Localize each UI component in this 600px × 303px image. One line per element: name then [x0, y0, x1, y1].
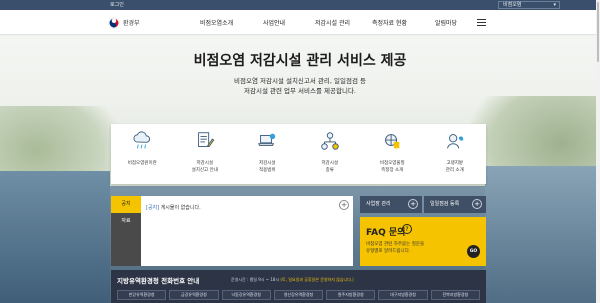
- faq-panel[interactable]: FAQ 문의 ? 비점오염 관련 자주묻는 질문을 유형별로 알려드립니다. G…: [360, 217, 486, 266]
- notice-board: 공지 자료 [공지] 게시물이 없습니다. +: [111, 196, 353, 266]
- office-button-yeongsan[interactable]: 영산강유역환경청: [273, 290, 324, 300]
- service-card-types[interactable]: 저감시설 종류: [299, 124, 362, 184]
- hero-subtitle: 비점오염 저감시설 설치신고서 관리, 일일점검 등 저감시설 관련 업무 서비…: [234, 77, 366, 95]
- office-button-hangang[interactable]: 한강유역환경청: [117, 290, 167, 300]
- site-select-value: 비점오염: [503, 2, 522, 8]
- notice-more-button[interactable]: +: [339, 200, 349, 210]
- nav-item-measurement[interactable]: 측정자료 현황: [372, 18, 407, 27]
- phone-directory: 지방유역환경청 전화번호 안내 운영시간 : 평일 9시 ~ 18시 (토, 일…: [111, 270, 486, 303]
- network-icon: [321, 132, 339, 150]
- chevron-down-icon: ▾: [553, 2, 556, 8]
- logo-text: 환경부: [123, 20, 140, 27]
- tab-data[interactable]: 자료: [111, 213, 141, 230]
- leaf-person-icon: [446, 134, 463, 149]
- tab-notice[interactable]: 공지: [111, 196, 141, 213]
- phone-directory-title: 지방유역환경청 전화번호 안내: [117, 277, 200, 285]
- service-card-highland[interactable]: 고랭지밭 관리 소개: [424, 124, 487, 184]
- faq-title: FAQ 문의: [366, 228, 406, 238]
- quick-links: 사업장 관리 + 일일점검 등록 +: [360, 196, 486, 213]
- notice-tabs: 공지 자료: [111, 196, 141, 266]
- notice-empty-message: [공지] 게시물이 없습니다.: [146, 205, 201, 211]
- office-button-jeonbuk[interactable]: 전북지방환경청: [430, 290, 480, 300]
- question-icon: ?: [402, 224, 412, 234]
- login-link[interactable]: 로그인: [110, 1, 124, 8]
- site-header: 환경부 비점오염소개 사업안내 저감시설 관리 측정자료 현황 알림마당: [0, 10, 600, 35]
- service-card-measurement[interactable]: 비점오염물질 측정장 소개: [361, 124, 424, 184]
- hamburger-menu-icon[interactable]: [477, 19, 486, 26]
- nav-item-business[interactable]: 사업안내: [263, 18, 285, 27]
- daily-inspection-button[interactable]: 일일점검 등록 +: [424, 196, 486, 213]
- cloud-rain-icon: [133, 131, 151, 149]
- office-button-daegu[interactable]: 대구지방환경청: [378, 290, 428, 300]
- nav-item-notice[interactable]: 알림마당: [435, 18, 457, 27]
- faq-description: 비점오염 관련 자주묻는 질문을 유형별로 알려드립니다.: [366, 242, 425, 254]
- nav-item-facility[interactable]: 저감시설 관리: [315, 18, 350, 27]
- globe-document-icon: [385, 134, 400, 149]
- utility-bar: 로그인 비점오염 ▾: [0, 0, 600, 10]
- office-list: 한강유역환경청 금강유역환경청 낙동강유역환경청 영산강유역환경청 원주지방환경…: [117, 290, 480, 300]
- site-select[interactable]: 비점오염 ▾: [498, 1, 560, 9]
- operating-hours: 운영시간 : 평일 9시 ~ 18시 (토, 일요일과 공휴일은 운영하지 않습…: [231, 277, 354, 282]
- faq-go-button[interactable]: GO: [467, 245, 480, 258]
- office-button-geumgang[interactable]: 금강유역환경청: [169, 290, 219, 300]
- service-cards: 비점오염원이란 저감시설 설치신고 안내 저감시설 적용범위 저감시설 종류 비점오염…: [111, 124, 486, 184]
- office-button-nakdong[interactable]: 낙동강유역환경청: [221, 290, 271, 300]
- ministry-logo[interactable]: 환경부: [108, 16, 140, 29]
- laptop-settings-icon: [258, 133, 276, 147]
- office-button-wonju[interactable]: 원주지방환경청: [326, 290, 376, 300]
- plus-icon: +: [408, 199, 418, 209]
- service-card-scope[interactable]: 저감시설 적용범위: [236, 124, 299, 184]
- hero-title: 비점오염 저감시설 관리 서비스 제공: [193, 53, 407, 69]
- nav-item-nps-intro[interactable]: 비점오염소개: [200, 18, 233, 27]
- service-card-nps[interactable]: 비점오염원이란: [111, 124, 174, 184]
- plus-icon: +: [472, 199, 482, 209]
- service-card-install-report[interactable]: 저감시설 설치신고 안내: [174, 124, 237, 184]
- workplace-manage-button[interactable]: 사업장 관리 +: [360, 196, 422, 213]
- taegeuk-logo-icon: [108, 16, 120, 29]
- document-pen-icon: [197, 132, 215, 148]
- page-scrollbar[interactable]: [596, 0, 600, 303]
